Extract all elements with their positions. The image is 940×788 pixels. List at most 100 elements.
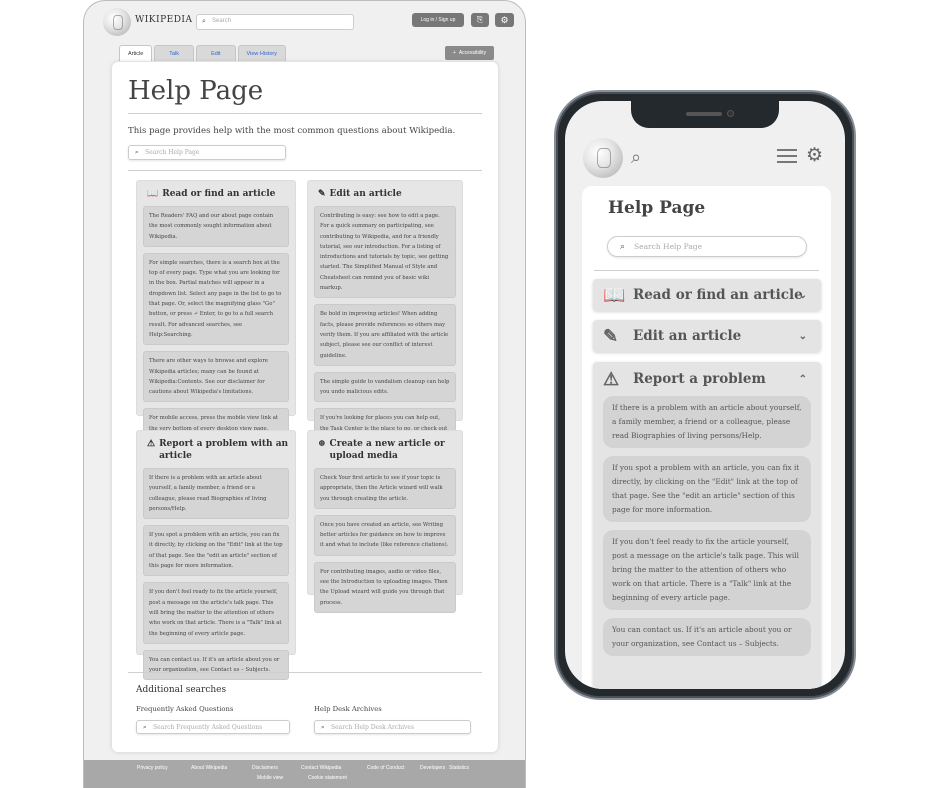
search-icon: ⌕ <box>202 18 206 25</box>
page-tabs: Article Talk Edit View History <box>119 45 287 61</box>
info-block: If you spot a problem with an article, y… <box>603 456 811 522</box>
section-heading: Report a problem with an article <box>159 439 289 461</box>
gear-icon[interactable]: ⚙ <box>806 144 823 167</box>
info-block: For simple searches, there is a search b… <box>143 252 289 346</box>
login-button[interactable]: Log in / Sign up <box>412 13 464 27</box>
mobile-content-card: Help Page ⌕ Search Help Page 📖 Read or fin… <box>582 186 831 689</box>
desktop-mockup: WIKIPEDIA ⌕ Search Log in / Sign up ⎘ ⚙ A… <box>83 0 526 788</box>
info-block: Contributing is easy: see how to edit a … <box>314 206 456 299</box>
footer-link[interactable]: Developers <box>420 765 445 771</box>
help-search-placeholder: Search Help Page <box>145 149 200 156</box>
desktop-footer: Privacy policy About Wikipedia Disclaime… <box>84 760 525 788</box>
info-block: If there is a problem with an article ab… <box>603 396 811 448</box>
page-title: Help Page <box>608 198 706 218</box>
faq-label: Frequently Asked Questions <box>136 705 234 713</box>
page-intro: This page provides help with the most co… <box>128 126 456 136</box>
footer-link[interactable]: Cookie statement <box>308 775 347 781</box>
info-block: For contributing images, audio or video … <box>314 561 456 613</box>
footer-link[interactable]: Code of Conduct <box>367 765 405 771</box>
footer-link[interactable]: Privacy policy <box>137 765 168 771</box>
section-heading: Read or find an article <box>162 189 276 199</box>
tab-edit[interactable]: Edit <box>196 45 236 61</box>
accordion-read[interactable]: 📖 Read or find an article ⌄ <box>593 279 821 311</box>
help-search-input[interactable]: ⌕ Search Help Page <box>128 145 286 160</box>
footer-link[interactable]: Contact Wikipedia <box>301 765 341 771</box>
book-icon: 📖 <box>603 284 626 306</box>
info-block: Once you have created an article, see Wr… <box>314 514 456 556</box>
info-block: If you don't feel ready to fix the artic… <box>603 530 811 610</box>
footer-link[interactable]: About Wikipedia <box>191 765 227 771</box>
footer-link[interactable]: Disclaimers <box>252 765 278 771</box>
section-create: ⊕ Create a new article or upload media Ch… <box>307 430 463 613</box>
info-block: Be bold in improving articles! When addi… <box>314 304 456 366</box>
info-block: If you don't feel ready to fix the artic… <box>143 582 289 644</box>
accordion-label: Read or find an article <box>633 287 803 303</box>
info-block: The Readers' FAQ and our about page cont… <box>143 206 289 247</box>
sections-divider <box>128 672 482 673</box>
search-icon: ⌕ <box>143 722 147 731</box>
front-camera <box>727 110 734 117</box>
section-heading: Create a new article or upload media <box>329 439 445 461</box>
tab-talk[interactable]: Talk <box>154 45 195 61</box>
chevron-down-icon: ⌄ <box>798 330 807 342</box>
phone-notch <box>631 101 779 128</box>
search-placeholder: Search <box>212 18 232 24</box>
footer-link[interactable]: Statistics <box>449 765 469 771</box>
mobile-search-placeholder: Search Help Page <box>634 242 703 251</box>
desktop-header: WIKIPEDIA ⌕ Search Log in / Sign up ⎘ ⚙ <box>84 1 525 43</box>
plus-circle-icon: ⊕ <box>318 439 326 449</box>
faq-search-placeholder: Search Frequently Asked Questions <box>153 723 263 731</box>
gear-icon[interactable]: ⚙ <box>495 13 514 27</box>
section-heading: Edit an article <box>329 189 402 199</box>
edit-icon: ✎ <box>318 189 326 199</box>
translate-icon[interactable]: ⎘ <box>471 13 489 27</box>
wikipedia-globe-logo[interactable] <box>103 8 131 36</box>
info-block: Check Your first article to see if your … <box>314 468 456 509</box>
accordion-label: Report a problem <box>633 371 766 387</box>
tab-view-history[interactable]: View History <box>237 45 287 61</box>
archives-label: Help Desk Archives <box>314 705 382 713</box>
wikipedia-wordmark[interactable]: WIKIPEDIA <box>135 15 192 25</box>
section-report: ⚠ Report a problem with an article If the… <box>136 430 296 681</box>
footer-link[interactable]: Mobile view <box>257 775 283 781</box>
title-divider <box>128 113 482 114</box>
chevron-down-icon: ⌄ <box>798 289 807 301</box>
page-title: Help Page <box>128 76 264 106</box>
edit-icon: ✎ <box>603 325 619 347</box>
search-icon: ⌕ <box>620 241 626 252</box>
warning-icon: ⚠ <box>603 368 620 390</box>
section-read: 📖 Read or find an article The Readers' FA… <box>136 180 296 440</box>
chevron-up-icon: ⌃ <box>798 373 807 385</box>
archives-search-placeholder: Search Help Desk Archives <box>331 723 415 731</box>
search-icon: ⌕ <box>135 148 139 156</box>
search-divider <box>594 270 819 271</box>
speaker-grille <box>686 112 722 116</box>
accessibility-button[interactable]: + Accessibility <box>445 46 494 60</box>
archives-search-input[interactable]: ⌕ Search Help Desk Archives <box>314 720 471 734</box>
tab-article[interactable]: Article <box>119 45 153 61</box>
search-icon[interactable]: ⌕ <box>631 147 641 168</box>
faq-search-input[interactable]: ⌕ Search Frequently Asked Questions <box>136 720 290 734</box>
hamburger-menu-icon[interactable] <box>777 149 797 167</box>
accordion-edit[interactable]: ✎ Edit an article ⌄ <box>593 320 821 352</box>
phone-mockup: ⌕ ⚙ Help Page ⌕ Search Help Page 📖 Read or… <box>554 90 856 700</box>
warning-icon: ⚠ <box>147 439 156 449</box>
accordion-label: Edit an article <box>633 328 742 344</box>
mobile-help-search-input[interactable]: ⌕ Search Help Page <box>607 236 807 257</box>
header-search-input[interactable]: ⌕ Search <box>196 14 354 30</box>
info-block: You can contact us. If it's an article a… <box>143 649 289 681</box>
wikipedia-globe-logo[interactable] <box>583 138 623 178</box>
plus-icon: + <box>452 50 456 56</box>
info-block: The simple guide to vandalism cleanup ca… <box>314 371 456 403</box>
info-block: You can contact us. If it's an article a… <box>603 618 811 656</box>
intro-divider <box>128 170 482 171</box>
phone-screen: ⌕ ⚙ Help Page ⌕ Search Help Page 📖 Read or… <box>565 101 845 689</box>
section-edit: ✎ Edit an article Contributing is easy: s… <box>307 180 463 470</box>
additional-searches-heading: Additional searches <box>136 685 227 695</box>
help-content-card: Help Page This page provides help with t… <box>112 62 498 752</box>
book-icon: 📖 <box>147 189 159 199</box>
info-block: If there is a problem with an article ab… <box>143 468 289 520</box>
accessibility-label: Accessibility <box>458 50 487 56</box>
info-block: If you spot a problem with an article, y… <box>143 525 289 577</box>
accordion-report[interactable]: ⚠ Report a problem ⌃ If there is a problem… <box>593 362 821 689</box>
